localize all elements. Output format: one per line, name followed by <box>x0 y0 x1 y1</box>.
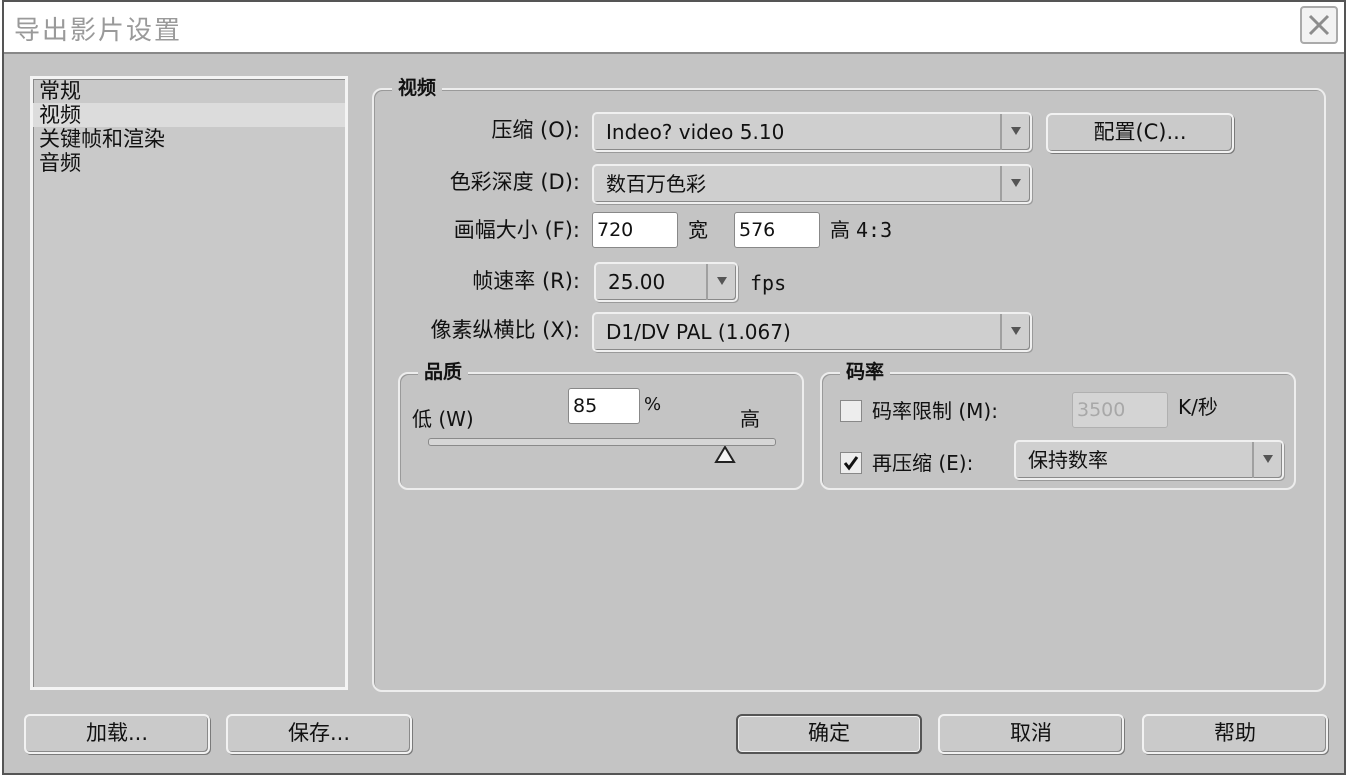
quality-group-label: 品质 <box>418 360 469 384</box>
compression-label: 压缩 (O): <box>491 118 580 142</box>
bitrate-limit-unit: K/秒 <box>1178 395 1218 419</box>
load-button[interactable]: 加载... <box>24 714 210 754</box>
quality-low-label: 低 (W) <box>412 407 474 431</box>
frame-rate-dropdown-button[interactable] <box>706 264 736 300</box>
frame-rate-unit: fps <box>750 271 787 295</box>
recompress-value: 保持数率 <box>1028 448 1108 472</box>
dropdown-arrow-icon <box>1263 455 1273 463</box>
dropdown-arrow-icon <box>1011 179 1021 187</box>
recompress-checkbox[interactable] <box>840 452 862 474</box>
bitrate-limit-input[interactable]: 3500 <box>1072 392 1168 428</box>
window-title: 导出影片设置 <box>14 16 183 46</box>
dropdown-arrow-icon <box>1011 127 1021 135</box>
dropdown-arrow-icon <box>717 277 727 285</box>
quality-unit: % <box>644 394 662 415</box>
pixel-aspect-label: 像素纵横比 (X): <box>430 318 580 342</box>
compression-select[interactable]: Indeo? video 5.10 <box>592 112 1032 152</box>
compression-value: Indeo? video 5.10 <box>606 120 785 144</box>
frame-rate-select[interactable]: 25.00 <box>594 262 738 302</box>
close-button[interactable] <box>1300 6 1338 44</box>
dropdown-arrow-icon <box>1011 327 1021 335</box>
nav-item-keyframe-render[interactable]: 关键帧和渲染 <box>33 127 345 151</box>
color-depth-value: 数百万色彩 <box>606 172 706 196</box>
pixel-aspect-dropdown-button[interactable] <box>1000 314 1030 350</box>
compression-dropdown-button[interactable] <box>1000 114 1030 150</box>
checkmark-icon <box>843 456 859 471</box>
bitrate-limit-checkbox[interactable] <box>840 400 862 422</box>
close-icon <box>1308 14 1330 36</box>
color-depth-label: 色彩深度 (D): <box>449 170 580 194</box>
video-group-label: 视频 <box>392 76 443 100</box>
quality-slider[interactable] <box>428 438 776 446</box>
settings-category-list: 常规 视频 关键帧和渲染 音频 <box>30 76 348 690</box>
slider-thumb-icon <box>714 445 736 463</box>
quality-input[interactable]: 85 <box>568 388 640 424</box>
frame-size-label: 画幅大小 (F): <box>453 218 580 242</box>
frame-aspect-ratio: 4:3 <box>856 218 893 242</box>
recompress-select[interactable]: 保持数率 <box>1014 440 1284 480</box>
bitrate-group-label: 码率 <box>840 360 891 384</box>
nav-item-video[interactable]: 视频 <box>33 103 345 127</box>
ok-button[interactable]: 确定 <box>736 714 922 754</box>
frame-rate-value: 25.00 <box>608 270 666 294</box>
help-button[interactable]: 帮助 <box>1142 714 1328 754</box>
recompress-dropdown-button[interactable] <box>1252 442 1282 478</box>
cancel-button[interactable]: 取消 <box>938 714 1124 754</box>
frame-width-unit: 宽 <box>688 218 708 242</box>
frame-width-input[interactable]: 720 <box>592 212 678 248</box>
pixel-aspect-select[interactable]: D1/DV PAL (1.067) <box>592 312 1032 352</box>
quality-slider-thumb[interactable] <box>714 445 736 468</box>
quality-high-label: 高 <box>740 407 760 431</box>
nav-item-audio[interactable]: 音频 <box>33 151 345 175</box>
frame-rate-label: 帧速率 (R): <box>472 269 580 293</box>
nav-item-general[interactable]: 常规 <box>33 79 345 103</box>
title-bar: 导出影片设置 <box>4 2 1344 54</box>
frame-height-input[interactable]: 576 <box>734 212 820 248</box>
frame-height-unit: 高 <box>830 218 850 242</box>
color-depth-dropdown-button[interactable] <box>1000 166 1030 202</box>
export-movie-settings-dialog: 导出影片设置 常规 视频 关键帧和渲染 音频 视频 压缩 (O): Indeo?… <box>2 0 1346 775</box>
save-button[interactable]: 保存... <box>226 714 412 754</box>
bitrate-limit-label: 码率限制 (M): <box>872 399 998 423</box>
color-depth-select[interactable]: 数百万色彩 <box>592 164 1032 204</box>
configure-button[interactable]: 配置(C)... <box>1046 113 1234 153</box>
pixel-aspect-value: D1/DV PAL (1.067) <box>606 320 791 344</box>
recompress-label: 再压缩 (E): <box>872 451 974 475</box>
